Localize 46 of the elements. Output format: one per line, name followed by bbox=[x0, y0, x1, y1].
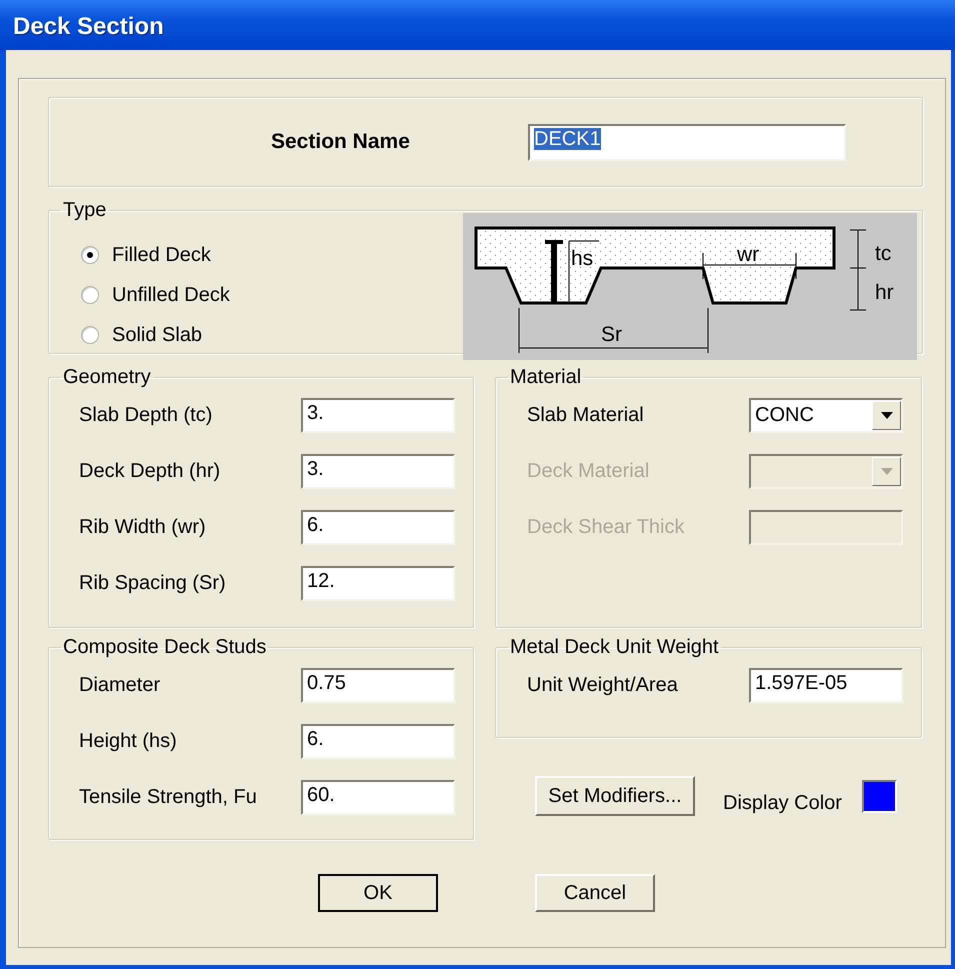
group-legend: Geometry bbox=[61, 366, 153, 389]
input-field[interactable]: 3. bbox=[301, 454, 455, 488]
field-label: Tensile Strength, Fu bbox=[79, 786, 257, 808]
display-color-label: Display Color bbox=[723, 792, 842, 814]
radio-button[interactable] bbox=[81, 246, 99, 264]
radio-button[interactable] bbox=[81, 286, 99, 304]
field-label: Deck Shear Thick bbox=[527, 516, 684, 538]
field-label: Slab Depth (tc) bbox=[79, 404, 212, 426]
color-swatch[interactable] bbox=[862, 780, 897, 812]
input-field[interactable]: 1.597E-05 bbox=[749, 668, 903, 702]
stud-drawing bbox=[545, 240, 563, 303]
window-title: Deck Section bbox=[13, 13, 164, 41]
field-label: Rib Width (wr) bbox=[79, 516, 206, 538]
radio-button[interactable] bbox=[81, 326, 99, 344]
ok-button[interactable]: OK bbox=[318, 874, 438, 912]
dimension-line bbox=[568, 240, 600, 304]
group-legend: Type bbox=[61, 199, 108, 222]
input-field[interactable]: 12. bbox=[301, 566, 455, 600]
input-field[interactable]: 0.75 bbox=[301, 668, 455, 702]
dimension-label: wr bbox=[737, 243, 760, 266]
section-name-label: Section Name bbox=[271, 130, 411, 154]
dimension-label: Sr bbox=[601, 323, 622, 346]
input-field[interactable]: 6. bbox=[301, 510, 455, 544]
section-name-field[interactable]: DECK1 bbox=[528, 124, 846, 160]
input-field[interactable]: 6. bbox=[301, 724, 455, 758]
dimension-label: hr bbox=[875, 281, 894, 304]
field-label: Deck Material bbox=[527, 460, 650, 482]
field-label: Deck Depth (hr) bbox=[79, 460, 220, 482]
input-field[interactable]: 3. bbox=[301, 398, 455, 432]
field-label: Diameter bbox=[79, 674, 160, 696]
group-legend: Material bbox=[508, 366, 584, 389]
set-modifiers-button[interactable]: Set Modifiers... bbox=[535, 776, 695, 816]
radio-option[interactable]: Solid Slab bbox=[81, 324, 230, 346]
dimension-label: hs bbox=[571, 247, 594, 270]
cancel-button[interactable]: Cancel bbox=[535, 874, 655, 912]
group-legend: Metal Deck Unit Weight bbox=[508, 636, 721, 659]
radio-option[interactable]: Unfilled Deck bbox=[81, 284, 230, 306]
input-field[interactable]: 60. bbox=[301, 780, 455, 814]
field-label: Slab Material bbox=[527, 404, 644, 426]
field-label: Rib Spacing (Sr) bbox=[79, 572, 226, 594]
dimension-label: tc bbox=[875, 242, 892, 265]
dropdown[interactable]: CONC bbox=[749, 398, 903, 432]
radio-option[interactable]: Filled Deck bbox=[81, 244, 230, 266]
field-label: Unit Weight/Area bbox=[527, 674, 678, 696]
field-label: Height (hs) bbox=[79, 730, 177, 752]
group-legend: Composite Deck Studs bbox=[61, 636, 268, 659]
